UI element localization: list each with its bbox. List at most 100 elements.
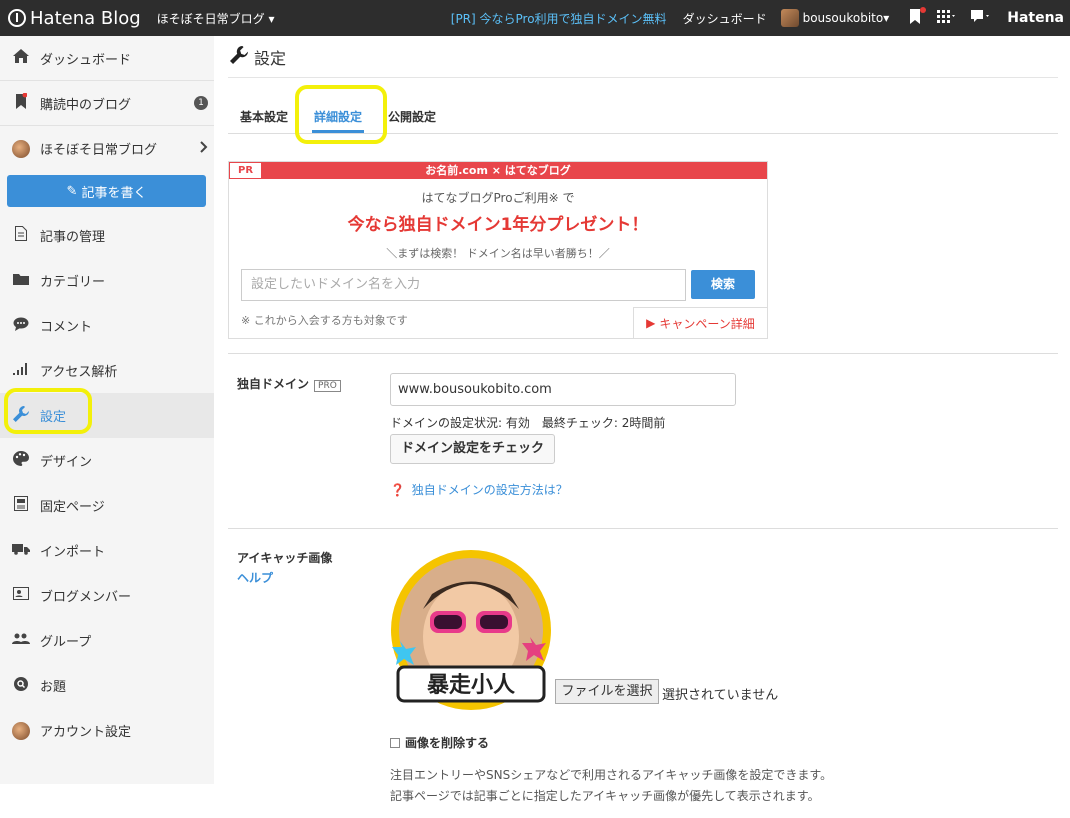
sidebar-item-analytics[interactable]: アクセス解析: [0, 348, 214, 393]
sidebar-item-comments[interactable]: コメント: [0, 303, 214, 348]
users-icon: [12, 633, 30, 649]
sidebar-item-subscriptions[interactable]: 購読中のブログ 1: [0, 81, 214, 126]
avatar: [780, 9, 799, 27]
edit-icon: ✎: [66, 183, 78, 199]
caret-down-icon: ▾: [268, 11, 275, 26]
sidebar-item-design[interactable]: デザイン: [0, 438, 214, 483]
eyecatch-image-text: 暴走小人: [426, 673, 515, 698]
domain-help-text: 独自ドメインの設定方法は？: [411, 483, 568, 497]
page-title-text: 設定: [254, 48, 287, 68]
sidebar-item-groups[interactable]: グループ: [0, 618, 214, 663]
unread-count-badge: 1: [194, 96, 208, 110]
notification-dot: [920, 6, 927, 13]
id-card-icon: [12, 587, 30, 604]
top-navigation-bar: Hatena Blog ほそぼそ日常ブログ ▾ [PR] 今ならPro利用で独自…: [0, 0, 1070, 36]
choose-file-button[interactable]: ファイルを選択: [555, 679, 659, 704]
hatena-brand-link[interactable]: Hatena: [1007, 10, 1064, 26]
promo-headline: 今なら独自ドメイン1年分プレゼント！: [347, 215, 649, 235]
promo-header-text: お名前.com × はてなブログ: [425, 164, 571, 177]
sidebar-item-label: 固定ページ: [40, 500, 105, 515]
caret-down-icon: ▾: [883, 11, 890, 25]
pr-badge: PR: [229, 162, 263, 179]
eyecatch-image: 暴走小人: [390, 549, 552, 711]
write-post-button[interactable]: ✎ 記事を書く: [7, 175, 206, 207]
domain-search-input[interactable]: 設定したいドメイン名を入力: [241, 269, 686, 301]
highlight-advanced-tab: [295, 85, 387, 144]
sidebar-item-categories[interactable]: カテゴリー: [0, 258, 214, 303]
sidebar-item-label: カテゴリー: [40, 275, 106, 290]
domain-search-button[interactable]: 検索: [691, 270, 755, 299]
delete-image-label: 画像を削除する: [405, 736, 490, 750]
custom-domain-section: 独自ドメイン PRO www.bousoukobito.com ドメインの設定状況…: [228, 353, 1058, 528]
apps-grid-icon[interactable]: [937, 9, 956, 27]
custom-domain-label: 独自ドメイン PRO: [237, 375, 341, 392]
truck-icon: [12, 543, 30, 559]
campaign-details-link[interactable]: ▶ キャンペーン詳細: [633, 307, 767, 338]
sidebar-item-label: コメント: [40, 320, 93, 335]
domain-search-form: 設定したいドメイン名を入力 検索: [241, 269, 767, 301]
tab-basic[interactable]: 基本設定: [240, 108, 288, 133]
bookmark-icon[interactable]: [909, 6, 927, 28]
sidebar-item-dashboard[interactable]: ダッシュボード: [0, 36, 214, 81]
checkbox[interactable]: [390, 737, 400, 748]
promo-header: PR お名前.com × はてなブログ: [229, 162, 767, 179]
tab-publish[interactable]: 公開設定: [388, 108, 436, 133]
logo-text: Hatena Blog: [30, 7, 141, 29]
comment-icon: [12, 317, 30, 335]
chevron-right-icon: [200, 140, 208, 157]
dashboard-link[interactable]: ダッシュボード: [683, 10, 767, 27]
sidebar-item-blog[interactable]: ほそぼそ日常ブログ: [0, 126, 214, 171]
eyecatch-section: アイキャッチ画像 ヘルプ 暴走小人 ファイルを選択 選択されていません 画像を削…: [228, 528, 1058, 818]
sidebar-item-label: グループ: [40, 635, 92, 650]
file-status-text: 選択されていません: [662, 688, 779, 703]
sidebar-item-posts[interactable]: 記事の管理: [0, 213, 214, 258]
blog-name: ほそぼそ日常ブログ: [156, 11, 265, 26]
message-icon[interactable]: [971, 9, 991, 27]
sidebar-item-members[interactable]: ブログメンバー: [0, 573, 214, 618]
home-icon: [12, 49, 30, 67]
custom-domain-label-text: 独自ドメイン: [237, 377, 310, 391]
palette-icon: [12, 451, 30, 470]
sidebar-item-label: ブログメンバー: [40, 590, 132, 605]
sidebar-item-import[interactable]: インポート: [0, 528, 214, 573]
question-circle-icon: ❓: [390, 483, 405, 497]
sidebar-item-label: ほそぼそ日常ブログ: [40, 143, 158, 158]
sidebar-item-topics[interactable]: お題: [0, 663, 214, 708]
page-icon: [12, 496, 30, 515]
domain-status-text: ドメインの設定状況: 有効 最終チェック: 2時間前: [390, 416, 666, 430]
avatar: [12, 721, 30, 740]
document-icon: [12, 226, 30, 245]
eyecatch-description: 注目エントリーやSNSシェアなどで利用されるアイキャッチ画像を設定できます。: [390, 768, 833, 782]
search-icon: [12, 676, 30, 695]
sidebar-item-label: 購読中のブログ: [40, 97, 132, 113]
pro-promo-link[interactable]: [PR] 今ならPro利用で独自ドメイン無料: [451, 10, 667, 27]
eyecatch-help-link[interactable]: ヘルプ: [237, 569, 273, 586]
sidebar-item-label: デザイン: [40, 455, 93, 470]
user-menu[interactable]: bousoukobito ▾: [780, 9, 890, 27]
sidebar-item-label: お題: [40, 680, 67, 695]
highlight-sidebar-settings: [4, 388, 92, 434]
sidebar-item-label: 記事の管理: [40, 230, 106, 245]
sidebar-item-account[interactable]: アカウント設定: [0, 708, 214, 753]
custom-domain-input[interactable]: www.bousoukobito.com: [390, 373, 736, 406]
hatena-blog-logo[interactable]: Hatena Blog: [8, 8, 141, 29]
folder-icon: [12, 273, 30, 289]
username: bousoukobito: [802, 11, 884, 25]
write-post-label: 記事を書く: [81, 185, 147, 201]
promo-subtitle: はてなブログProご利用※ で: [421, 191, 575, 205]
hatena-logo-icon: [8, 9, 26, 27]
eyecatch-description-2: 記事ページでは記事ごとに指定したアイキャッチ画像が優先して表示されます。: [390, 789, 820, 803]
domain-help-link[interactable]: ❓ 独自ドメインの設定方法は？: [390, 481, 568, 498]
main-content: 設定 基本設定 詳細設定 公開設定 PR お名前.com × はてなブログ はて…: [228, 36, 1058, 818]
delete-image-checkbox[interactable]: 画像を削除する: [390, 734, 489, 751]
campaign-link-text: キャンペーン詳細: [659, 316, 755, 331]
promo-note: ＼まずは検索！ ドメイン名は早い者勝ち！／: [386, 247, 610, 260]
blog-switcher[interactable]: ほそぼそ日常ブログ ▾: [157, 10, 275, 27]
sidebar-item-label: インポート: [40, 545, 106, 560]
bar-chart-icon: [12, 362, 30, 379]
sidebar-item-pages[interactable]: 固定ページ: [0, 483, 214, 528]
blog-avatar: [12, 139, 30, 158]
check-domain-button[interactable]: ドメイン設定をチェック: [390, 434, 555, 464]
bookmark-icon: [12, 92, 30, 113]
pro-badge: PRO: [314, 380, 341, 392]
